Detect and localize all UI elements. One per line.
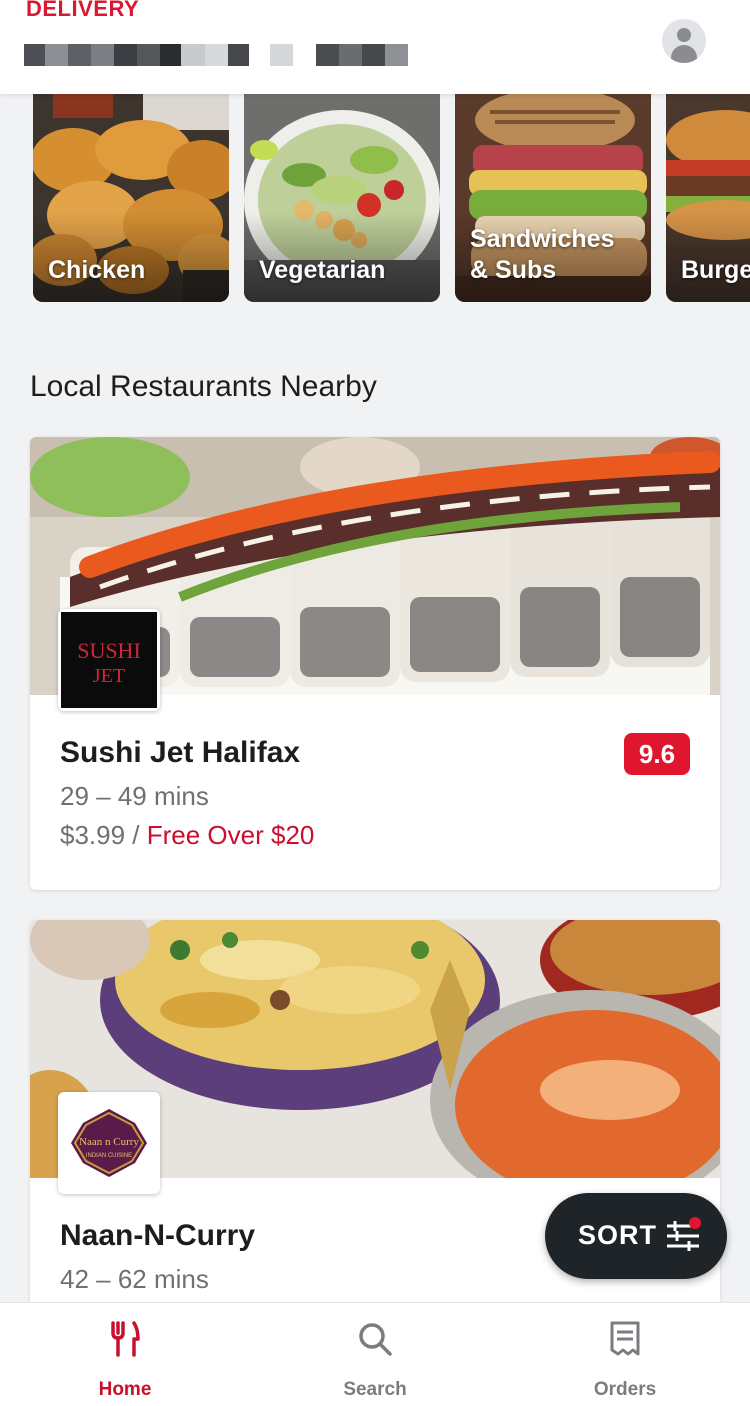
free-delivery-text: Free Over $20 <box>146 820 315 850</box>
delivery-fee: $3.99 / Free Over $20 <box>60 820 314 851</box>
restaurant-logo: SUSHI JET <box>58 609 160 711</box>
category-card-sandwiches[interactable]: Sandwiches & Subs <box>455 90 651 302</box>
sort-button[interactable]: SORT <box>545 1193 727 1279</box>
category-card-chicken[interactable]: Chicken <box>33 90 229 302</box>
category-label: Sandwiches & Subs <box>470 225 615 284</box>
restaurant-name: Naan-N-Curry <box>60 1219 256 1252</box>
delivery-mode-label[interactable]: DELIVERY <box>26 0 139 22</box>
logo-text-jet: JET <box>93 665 125 687</box>
nav-label-orders: Orders <box>593 1379 657 1400</box>
logo-text-name: Naan n Curry <box>79 1136 139 1148</box>
category-card-burgers[interactable]: Burge <box>666 90 750 302</box>
restaurant-name: Sushi Jet Halifax <box>60 736 301 769</box>
address-selector-redacted[interactable] <box>24 44 408 66</box>
restaurant-logo: Naan n Curry INDIAN CUISINE <box>58 1092 160 1194</box>
top-header: DELIVERY <box>0 0 750 94</box>
delivery-time: 42 – 62 mins <box>60 1264 209 1294</box>
search-icon <box>359 1323 392 1356</box>
fork-knife-icon <box>111 1321 140 1357</box>
nav-label-search: Search <box>343 1379 407 1400</box>
category-label: Vegetarian <box>259 256 386 284</box>
logo-text-sushi: SUSHI <box>77 638 141 663</box>
restaurant-card-sushi-jet[interactable]: SUSHI JET Sushi Jet Halifax 9.6 29 – 49 … <box>30 437 720 890</box>
nav-item-orders[interactable]: Orders <box>500 1303 750 1406</box>
category-label: Burge <box>681 256 750 284</box>
section-title: Local Restaurants Nearby <box>30 370 377 403</box>
nav-label-home: Home <box>98 1379 152 1400</box>
avatar-head <box>677 28 691 42</box>
receipt-icon <box>610 1321 640 1356</box>
logo-text-cuisine: INDIAN CUISINE <box>86 1153 132 1159</box>
delivery-time: 29 – 49 mins <box>60 781 209 811</box>
category-label: Chicken <box>48 256 146 284</box>
avatar-body <box>671 45 697 63</box>
nav-item-home[interactable]: Home <box>0 1303 250 1406</box>
fee-separator: / <box>125 820 147 850</box>
profile-avatar-icon[interactable] <box>662 19 706 63</box>
category-carousel[interactable]: Chicken Vegetarian Sandwiches & Subs Bur… <box>0 90 750 306</box>
category-card-vegetarian[interactable]: Vegetarian <box>244 90 440 302</box>
bottom-navigation: Home Search Orders <box>0 1302 750 1406</box>
sort-label: SORT <box>578 1220 658 1250</box>
fee-amount: $3.99 <box>60 820 126 850</box>
rating-badge: 9.6 <box>624 733 690 775</box>
filter-sliders-icon <box>667 1217 701 1251</box>
nav-item-search[interactable]: Search <box>250 1303 500 1406</box>
